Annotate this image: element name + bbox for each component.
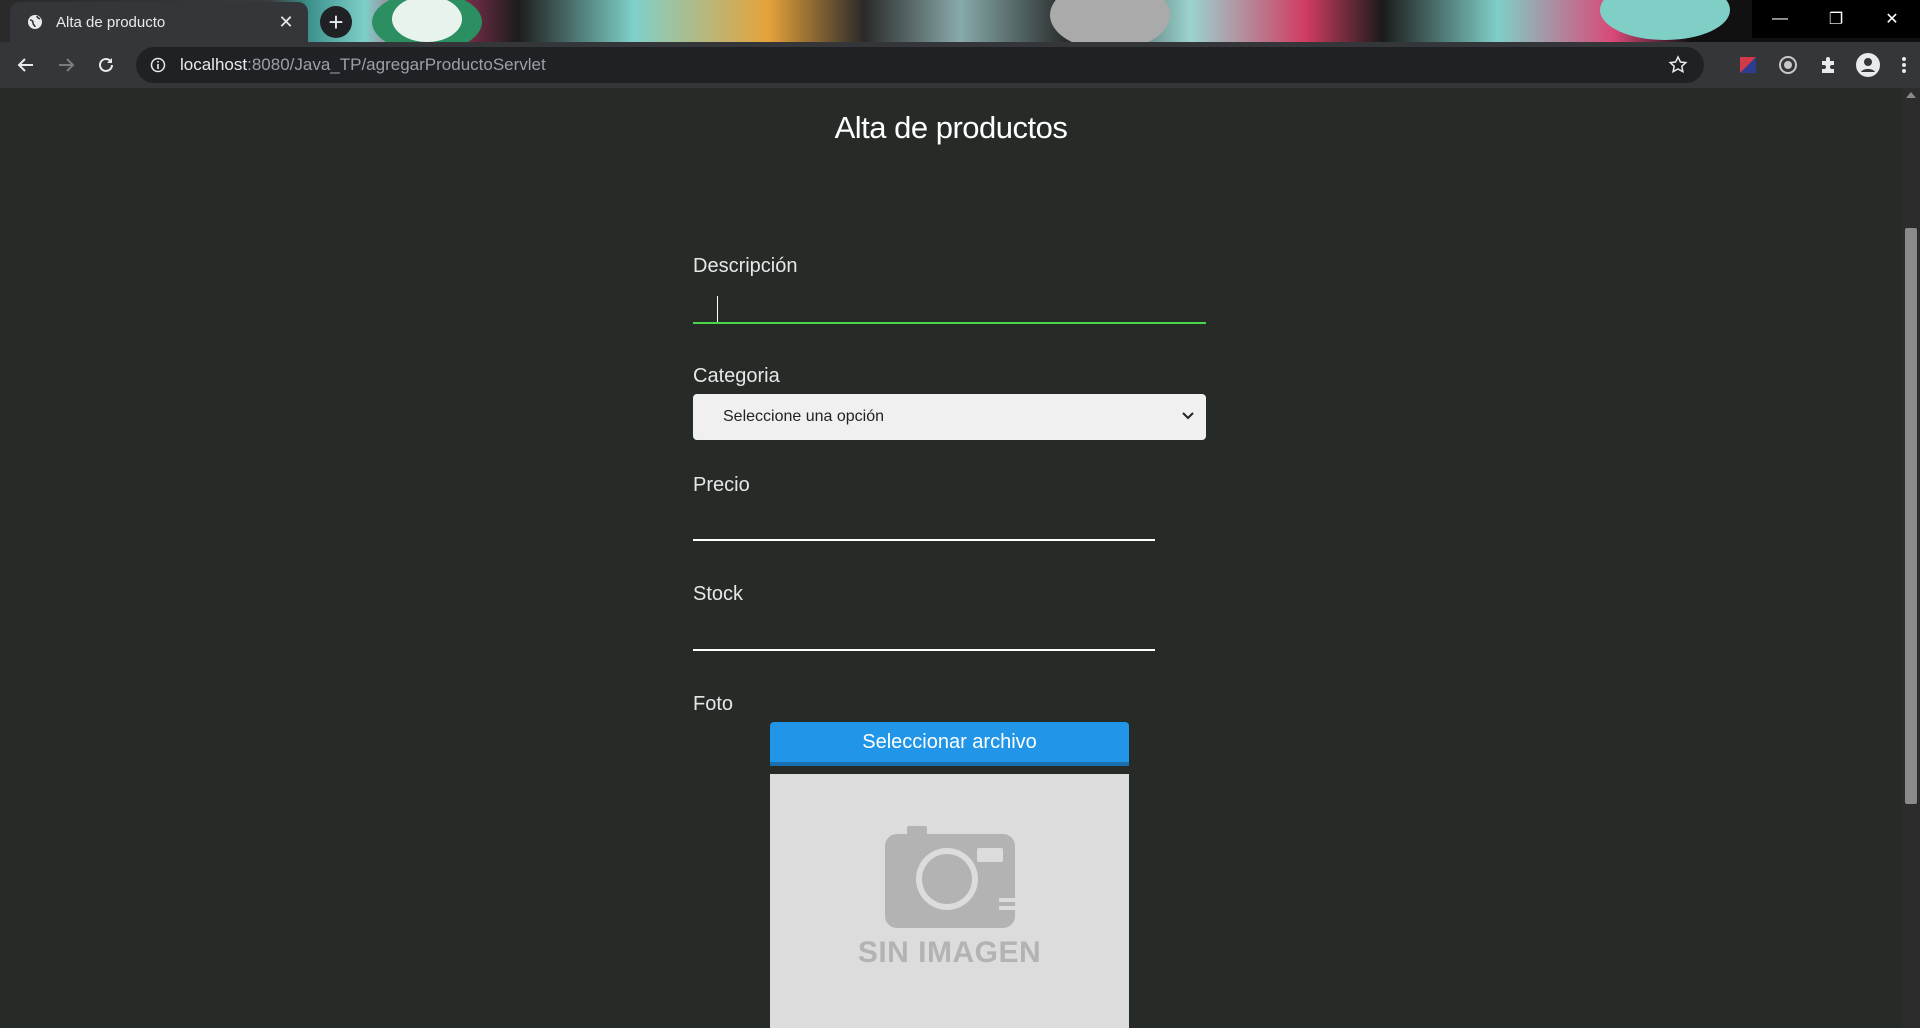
categoria-label: Categoria [693,365,780,387]
select-file-button[interactable]: Seleccionar archivo [770,722,1129,766]
page-title: Alta de productos [834,110,1068,145]
url-path: :8080/Java_TP/agregarProductoServlet [247,55,546,74]
plus-icon[interactable]: + [320,6,352,38]
extension-icon[interactable] [1808,47,1848,83]
close-window-button[interactable]: ✕ [1864,0,1920,38]
browser-tab[interactable]: Alta de producto ✕ [10,2,308,42]
chevron-down-icon [1182,412,1194,420]
text-caret [717,296,718,322]
page-content: Alta de productos Descripción Categoria … [0,88,1902,1028]
minimize-button[interactable]: — [1752,0,1808,38]
wallpaper-shape [1050,0,1170,42]
categoria-selected-value: Seleccione una opción [723,408,885,425]
page-scrollbar[interactable] [1902,88,1920,1028]
image-preview: SIN IMAGEN [770,774,1129,1028]
globe-icon [26,13,44,31]
info-icon[interactable] [148,55,168,75]
browser-titlebar: Alta de producto ✕ + — ❐ ✕ [0,0,1920,42]
url-host: localhost [180,55,248,74]
extension-icon[interactable] [1768,47,1808,83]
camera-icon [884,826,1015,928]
forward-icon[interactable] [48,47,84,83]
descripcion-input[interactable] [693,284,1206,324]
back-icon[interactable] [8,47,44,83]
scrollbar-thumb[interactable] [1905,228,1917,804]
restore-button[interactable]: ❐ [1808,0,1864,38]
star-icon[interactable] [1666,53,1690,77]
stock-label: Stock [693,583,744,605]
scroll-up-arrow[interactable] [1906,92,1916,98]
precio-input[interactable] [693,501,1155,541]
profile-icon[interactable] [1848,47,1888,83]
url-text[interactable]: localhost:8080/Java_TP/agregarProductoSe… [180,55,1666,75]
menu-icon[interactable] [1888,47,1920,83]
reload-icon[interactable] [88,47,124,83]
extension-area [1728,42,1920,88]
browser-toolbar: localhost:8080/Java_TP/agregarProductoSe… [0,42,1920,88]
categoria-select[interactable]: Seleccione una opción [693,394,1206,440]
stock-input[interactable] [693,611,1155,651]
foto-label: Foto [693,693,734,715]
close-icon[interactable]: ✕ [276,12,296,32]
extension-icon[interactable] [1728,47,1768,83]
no-image-text: SIN IMAGEN [857,936,1042,969]
descripcion-label: Descripción [693,255,798,277]
precio-label: Precio [693,474,750,496]
wallpaper-shape [1600,0,1730,40]
window-controls: — ❐ ✕ [1752,0,1920,38]
address-bar[interactable]: localhost:8080/Java_TP/agregarProductoSe… [136,47,1704,83]
tab-title: Alta de producto [56,13,166,31]
